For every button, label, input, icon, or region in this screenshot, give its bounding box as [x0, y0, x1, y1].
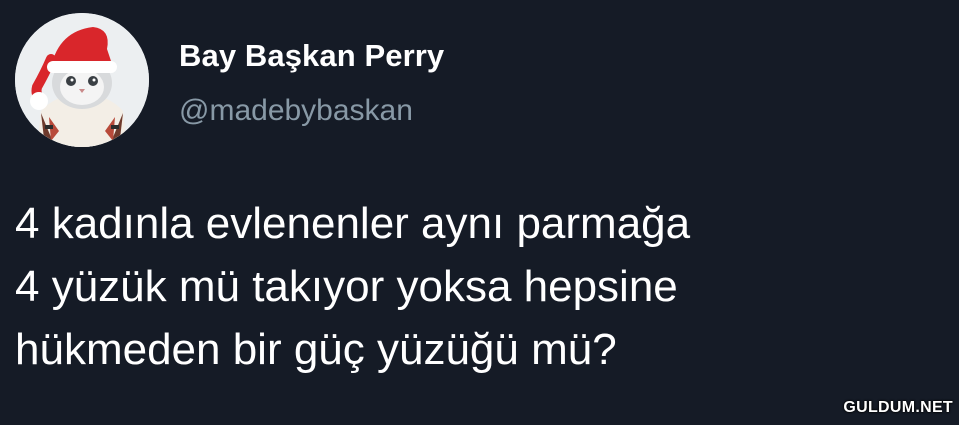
tweet-text-line: 4 yüzük mü takıyor yoksa hepsine — [15, 262, 678, 311]
author-handle[interactable]: @madebybaskan — [179, 94, 413, 128]
tweet-text: 4 kadınla evlenenler aynı parmağa 4 yüzü… — [15, 192, 945, 381]
watermark: GULDUM.NET — [843, 399, 953, 416]
tweet-text-line: hükmeden bir güç yüzüğü mü? — [15, 325, 617, 374]
author-avatar[interactable] — [15, 13, 149, 147]
author-display-name[interactable]: Bay Başkan Perry — [179, 38, 444, 74]
tweet-text-line: 4 kadınla evlenenler aynı parmağa — [15, 199, 691, 248]
tweet-card: Bay Başkan Perry @madebybaskan 4 kadınla… — [0, 0, 959, 425]
cat-santa-hat-icon — [15, 13, 149, 147]
